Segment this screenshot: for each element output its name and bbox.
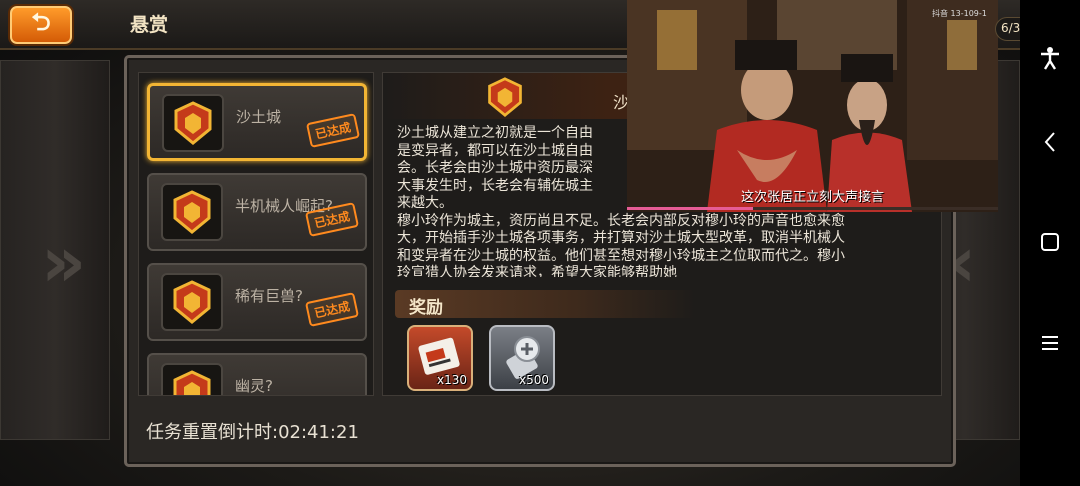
- reward-quantity: x130: [436, 373, 467, 387]
- nav-home-icon: [1041, 233, 1059, 251]
- reset-countdown: 任务重置倒计时:02:41:21: [146, 422, 359, 443]
- quest-name: 稀有巨兽?: [235, 287, 303, 305]
- back-arrow-icon: ⮌: [31, 7, 51, 36]
- quest-emblem-icon: [162, 94, 224, 152]
- video-frame: [627, 0, 998, 212]
- quest-item-cyborg[interactable]: 半机械人崛起? 已达成: [147, 173, 367, 251]
- system-nav-bar: [1020, 0, 1080, 486]
- completed-stamp: 已达成: [304, 292, 360, 327]
- quest-list[interactable]: 沙土城 已达成 半机械人崛起? 已达成 稀有巨兽? 已达成 幽灵?: [138, 72, 374, 396]
- left-door-panel: »: [0, 60, 110, 440]
- quest-name: 沙土城: [236, 108, 282, 126]
- reward-header: 奖励: [395, 290, 695, 318]
- quest-emblem-icon: [483, 77, 527, 117]
- accessibility-icon: [1041, 47, 1059, 70]
- nav-back-icon: [1044, 132, 1055, 152]
- video-subtitle: 这次张居正立刻大声接言: [740, 190, 884, 205]
- video-progress-fill: [627, 207, 754, 210]
- quest-emblem-icon: [161, 273, 223, 331]
- reward-quantity: x500: [518, 373, 549, 387]
- reward-screw[interactable]: x500: [489, 325, 555, 391]
- quest-item-sandcity[interactable]: 沙土城 已达成: [147, 83, 367, 161]
- quest-emblem-icon: [161, 363, 223, 395]
- reward-ticket[interactable]: x130: [407, 325, 473, 391]
- reward-label: 奖励: [409, 298, 443, 318]
- quest-emblem-icon: [161, 183, 223, 241]
- nav-home-button[interactable]: [1034, 226, 1066, 258]
- quest-name: 幽灵?: [235, 377, 273, 395]
- floating-video[interactable]: 抖音 13-109-1 这次张居正立刻大声接言: [627, 0, 998, 212]
- quest-item-ghost[interactable]: 幽灵?: [147, 353, 367, 395]
- page-title: 悬赏: [130, 14, 169, 36]
- video-progress-bar[interactable]: [627, 207, 998, 210]
- nav-recents-icon: [1042, 336, 1058, 350]
- nav-back-button[interactable]: [1034, 126, 1066, 158]
- nav-recents-button[interactable]: [1034, 327, 1066, 359]
- quest-item-beast[interactable]: 稀有巨兽? 已达成: [147, 263, 367, 341]
- video-watermark: 抖音 13-109-1: [932, 9, 987, 18]
- back-button[interactable]: ⮌: [10, 6, 72, 44]
- accessibility-button[interactable]: [1034, 42, 1066, 74]
- completed-stamp: 已达成: [305, 113, 361, 148]
